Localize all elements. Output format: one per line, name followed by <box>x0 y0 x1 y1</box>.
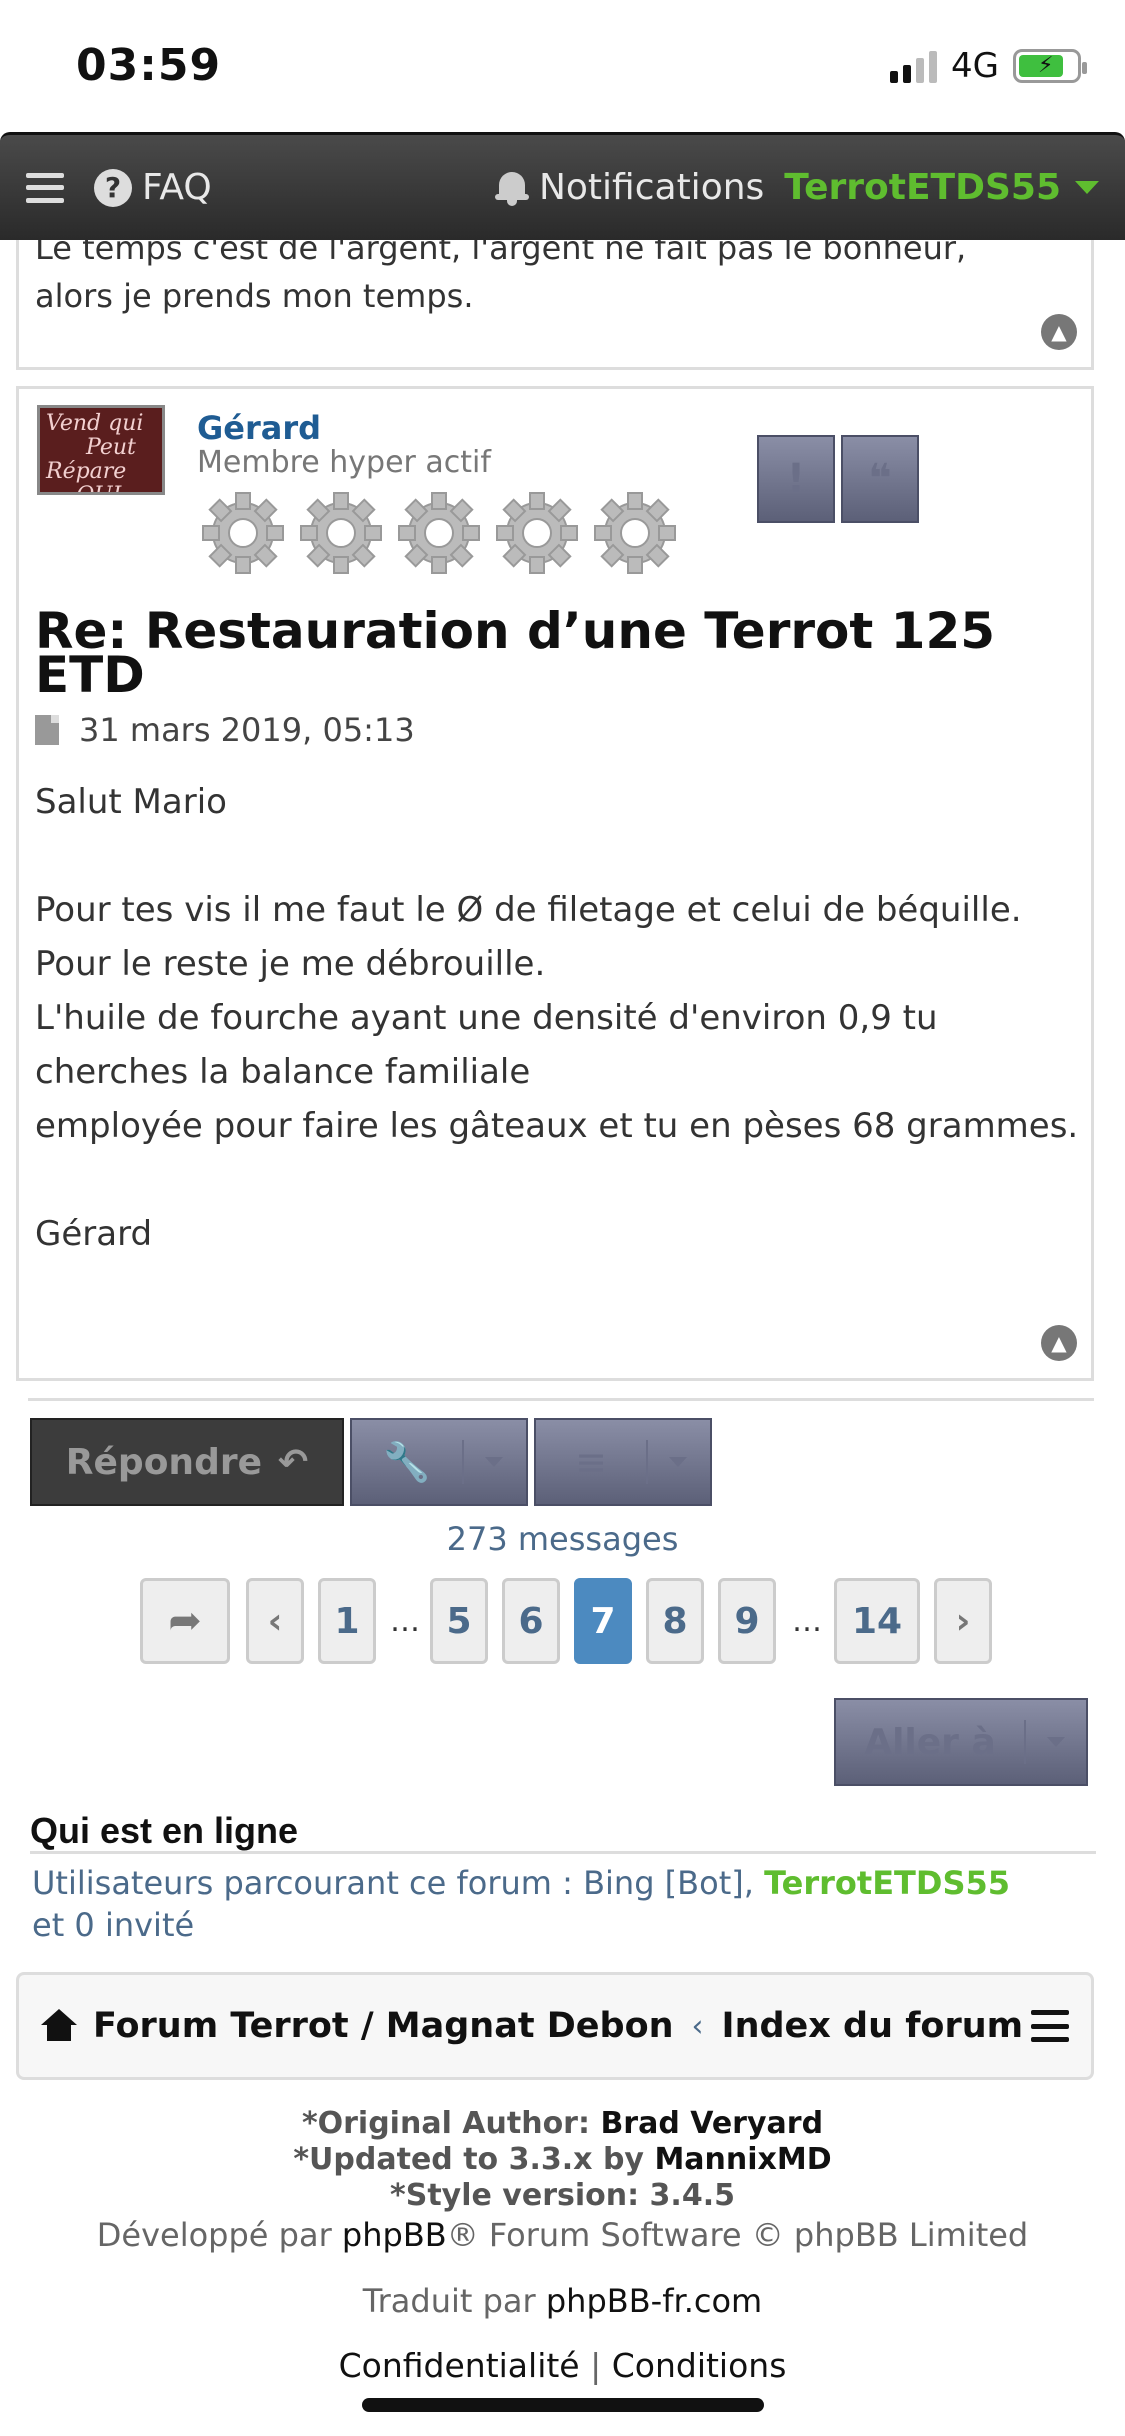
goto-button[interactable]: Aller à <box>834 1698 1088 1786</box>
gear-icon <box>393 487 485 579</box>
online-users: Utilisateurs parcourant ce forum : Bing … <box>32 1864 1011 1944</box>
back-to-top-icon[interactable]: ▲ <box>1041 314 1077 350</box>
top-navbar: ? FAQ Notifications TerrotETDS55 <box>0 132 1125 240</box>
wrench-icon: 🔧 <box>383 1439 431 1484</box>
signal-icon <box>890 49 938 83</box>
post-line: employée pour faire les gâteaux et tu en… <box>35 1106 1079 1146</box>
post-line: Gérard <box>35 1214 153 1254</box>
prev-page-button[interactable]: ‹ <box>246 1578 304 1664</box>
status-indicators: 4G ⚡ <box>890 46 1087 86</box>
post-title[interactable]: Re: Restauration d’une Terrot 125 ETD <box>35 606 1055 700</box>
previous-post-signature: Le temps c'est de l'argent, l'argent ne … <box>35 240 967 315</box>
post-line: Pour le reste je me débrouille. <box>35 944 546 984</box>
caret-down-icon <box>1026 1737 1086 1747</box>
post-date: 31 mars 2019, 05:13 <box>79 711 415 749</box>
network-type: 4G <box>951 46 999 86</box>
file-icon[interactable] <box>35 715 59 745</box>
home-icon[interactable] <box>41 2009 77 2043</box>
user-menu[interactable]: TerrotETDS55 <box>784 167 1099 208</box>
goto-label: Aller à <box>864 1721 996 1763</box>
divider <box>30 1851 1096 1854</box>
notifications-link[interactable]: Notifications <box>494 167 765 208</box>
reply-button[interactable]: Répondre ↶ <box>30 1418 344 1506</box>
post-action-buttons: ! ❝ <box>757 435 919 523</box>
share-arrow-icon: ➦ <box>168 1598 202 1644</box>
post-author[interactable]: Gérard <box>197 409 321 447</box>
breadcrumb-forum[interactable]: Forum Terrot / Magnat Debon <box>93 2006 674 2046</box>
page-link[interactable]: 5 <box>430 1578 488 1664</box>
post-rank: Membre hyper actif <box>197 445 491 480</box>
post-line: L'huile de fourche ayant une densité d'e… <box>35 998 949 1092</box>
chevron-left-icon: ‹ <box>267 1600 283 1642</box>
post-content: Salut Mario Pour tes vis il me faut le Ø… <box>35 775 1085 1261</box>
quote-icon: ❝ <box>868 456 892 502</box>
gear-icon <box>589 487 681 579</box>
gear-icon <box>491 487 583 579</box>
post-line: Pour tes vis il me faut le Ø de filetage… <box>35 890 1022 930</box>
question-icon: ? <box>94 168 132 207</box>
post-line: Salut Mario <box>35 782 227 822</box>
menu-icon[interactable] <box>1031 2010 1069 2042</box>
faq-link[interactable]: ? FAQ <box>94 167 212 208</box>
caret-down-icon <box>648 1457 708 1467</box>
jump-to-page-button[interactable]: ➦ <box>140 1578 230 1664</box>
divider <box>28 1398 1094 1401</box>
reply-label: Répondre <box>65 1441 263 1483</box>
status-bar: 03:59 4G ⚡ <box>0 0 1125 132</box>
gear-icon <box>197 487 289 579</box>
message-count: 273 messages <box>446 1520 679 1558</box>
page-link-current[interactable]: 7 <box>574 1578 632 1664</box>
battery-icon: ⚡ <box>1013 49 1087 83</box>
breadcrumb-index[interactable]: Index du forum <box>722 2006 1024 2046</box>
online-user-link[interactable]: TerrotETDS55 <box>764 1864 1010 1902</box>
back-to-top-icon[interactable]: ▲ <box>1041 1325 1077 1361</box>
avatar[interactable]: Vend qui Peut Répare QUI PEUT <box>37 405 165 495</box>
sort-button[interactable]: ≡ <box>534 1418 712 1506</box>
report-button[interactable]: ! <box>757 435 835 523</box>
post: Vend qui Peut Répare QUI PEUT Gérard Mem… <box>16 386 1094 1381</box>
chevron-right-icon: › <box>955 1600 971 1642</box>
sort-icon: ≡ <box>575 1440 607 1484</box>
faq-label: FAQ <box>142 167 212 208</box>
page-link[interactable]: 14 <box>834 1578 920 1664</box>
rank-gears <box>197 487 681 579</box>
reply-icon: ↶ <box>278 1441 309 1483</box>
page-link[interactable]: 1 <box>318 1578 376 1664</box>
previous-post: Le temps c'est de l'argent, l'argent ne … <box>16 240 1094 370</box>
menu-icon[interactable] <box>26 172 64 203</box>
quote-button[interactable]: ❝ <box>841 435 919 523</box>
status-time: 03:59 <box>76 40 222 91</box>
post-line <box>35 829 1085 883</box>
credits: *Original Author: Brad Veryard *Updated … <box>96 2106 1029 2385</box>
footer-breadcrumb: Forum Terrot / Magnat Debon ‹ Index du f… <box>16 1972 1094 2080</box>
page-ellipsis: … <box>390 1604 420 1639</box>
page-ellipsis: … <box>792 1604 822 1639</box>
post-line <box>35 1153 1085 1207</box>
privacy-link[interactable]: Confidentialité <box>339 2346 580 2385</box>
caret-down-icon <box>1075 181 1099 194</box>
page-link[interactable]: 6 <box>502 1578 560 1664</box>
phpbb-link[interactable]: phpBB <box>342 2216 447 2254</box>
caret-down-icon <box>464 1457 524 1467</box>
next-page-button[interactable]: › <box>934 1578 992 1664</box>
post-meta: 31 mars 2019, 05:13 <box>35 711 415 749</box>
exclamation-icon: ! <box>786 456 806 502</box>
phpbb-fr-link[interactable]: phpBB-fr.com <box>546 2282 762 2320</box>
username: TerrotETDS55 <box>784 167 1061 208</box>
home-indicator[interactable] <box>362 2398 764 2412</box>
gear-icon <box>295 487 387 579</box>
online-title: Qui est en ligne <box>30 1810 299 1851</box>
page-link[interactable]: 9 <box>718 1578 776 1664</box>
chevron-left-icon: ‹ <box>691 2008 704 2044</box>
notifications-label: Notifications <box>538 167 765 208</box>
terms-link[interactable]: Conditions <box>612 2346 787 2385</box>
topic-tools-button[interactable]: 🔧 <box>350 1418 528 1506</box>
page-link[interactable]: 8 <box>646 1578 704 1664</box>
bell-icon <box>494 170 529 206</box>
